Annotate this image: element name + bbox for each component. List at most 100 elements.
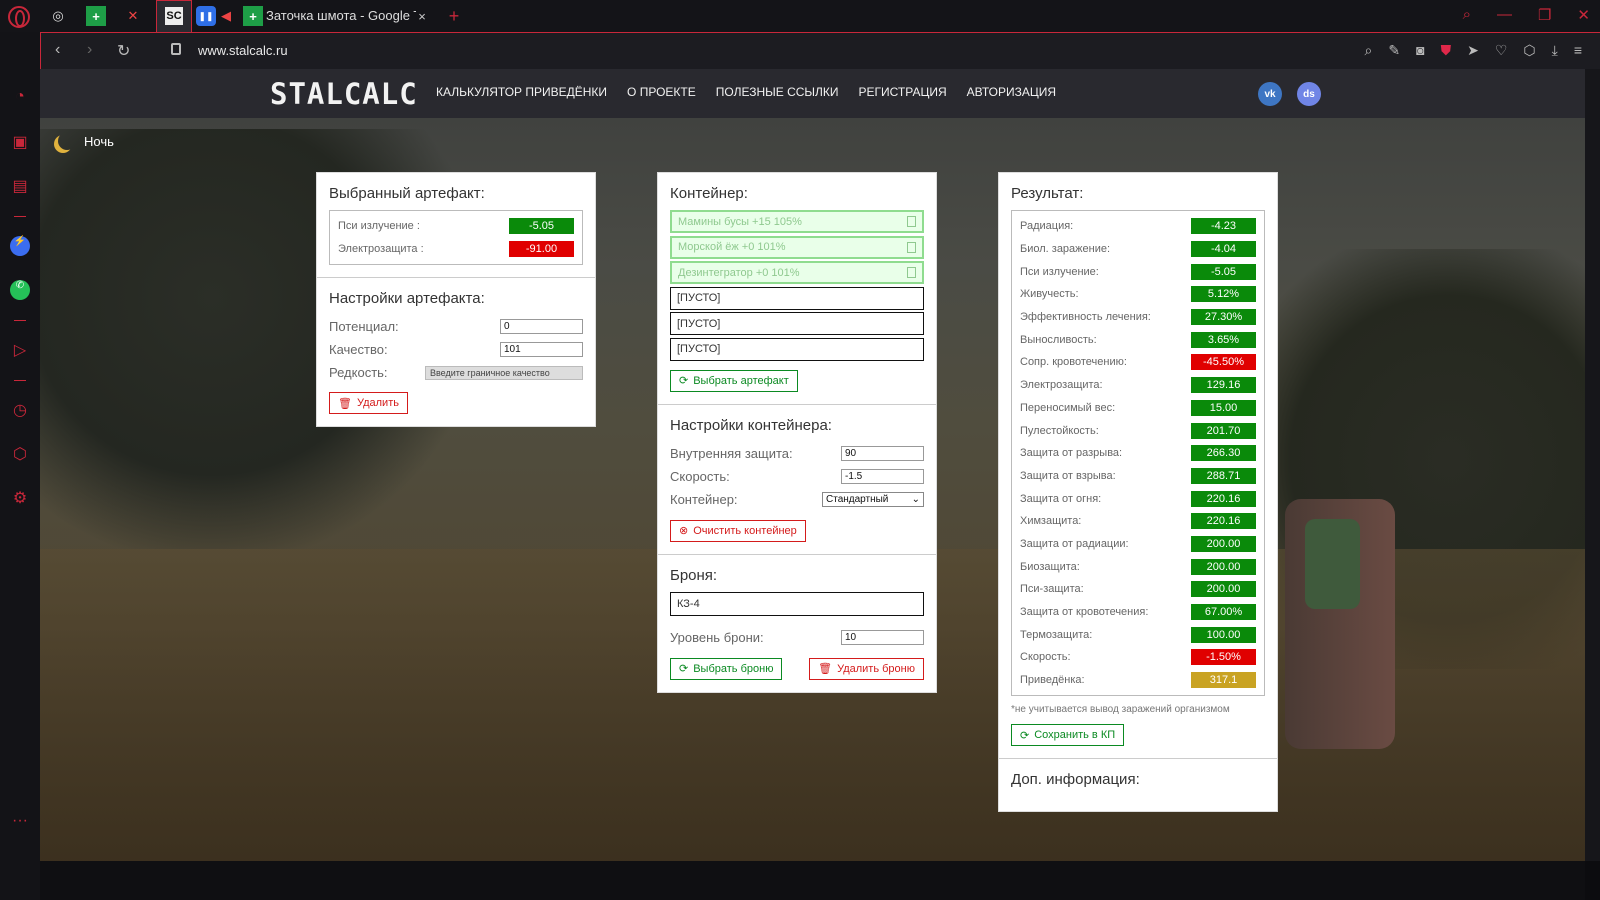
vk-icon[interactable]: vk	[1258, 82, 1282, 106]
bag-icon[interactable]: ▣	[10, 132, 30, 152]
result-label: Электрозащита:	[1020, 379, 1103, 392]
download-icon[interactable]: ⤓	[1552, 42, 1558, 59]
discord-icon[interactable]: ds	[1297, 82, 1321, 106]
result-value: 266.30	[1191, 445, 1256, 462]
taskbar-strip	[40, 861, 1585, 900]
pause-icon[interactable]: ❚❚	[196, 6, 216, 26]
choose-artifact-button[interactable]: ⟳ Выбрать артефакт	[670, 369, 798, 392]
minimize-icon[interactable]: —	[1497, 6, 1512, 24]
sheets-tab-icon[interactable]: +	[86, 6, 106, 26]
more-icon[interactable]: ···	[10, 812, 30, 832]
zoom-icon[interactable]: ⌕	[1365, 42, 1373, 59]
container-slot[interactable]: [ПУСТО]	[670, 286, 924, 310]
nav-calculator[interactable]: КАЛЬКУЛЯТОР ПРИВЕДЁНКИ	[436, 85, 607, 99]
container-type-select[interactable]: Стандартный ⌄	[822, 491, 924, 507]
back-icon[interactable]: ‹	[55, 41, 60, 59]
result-row: Пси излучение: -5.05	[1020, 260, 1256, 283]
slot-text: Дезинтегратор +0 101%	[678, 266, 800, 279]
artifact-stat-row: Пси излучение : -5.05	[338, 215, 574, 238]
container-slot[interactable]: [ПУСТО]	[670, 312, 924, 335]
box-icon[interactable]: ⬡	[10, 444, 30, 464]
gamepad-icon[interactable]: ◎	[48, 6, 68, 26]
armor-level-input[interactable]: 10	[841, 629, 924, 645]
site-logo[interactable]: STALCALC	[270, 77, 418, 111]
shield-icon[interactable]: ⛊	[1441, 42, 1452, 59]
url-field[interactable]: www.stalcalc.ru	[198, 43, 288, 58]
container-slot[interactable]: Мамины бусы +15 105%	[670, 210, 924, 233]
nav-register[interactable]: РЕГИСТРАЦИЯ	[859, 85, 947, 99]
document-icon[interactable]	[907, 216, 916, 227]
sidebar-divider	[14, 216, 26, 217]
inner-protection-input[interactable]: 90	[841, 445, 924, 461]
document-icon[interactable]	[907, 241, 916, 253]
result-row: Сопр. кровотечению: -45.50%	[1020, 351, 1256, 374]
choose-armor-button[interactable]: ⟳ Выбрать броню	[670, 657, 783, 680]
artifact-stat-value: -91.00	[509, 241, 574, 258]
opera-logo-icon[interactable]	[8, 6, 30, 28]
container-panel: Контейнер: Мамины бусы +15 105% Морской …	[657, 172, 937, 693]
restore-icon[interactable]: ❐	[1538, 6, 1551, 24]
forward-icon[interactable]: ›	[87, 41, 92, 59]
armor-field[interactable]: КЗ-4	[670, 591, 924, 616]
clear-container-button[interactable]: ⊗ Очистить контейнер	[670, 519, 806, 542]
sidebar-divider	[14, 320, 26, 321]
extension-icons: ⌕ ✎ ◙ ⛊ ➤ ♡ ⬡ ⤓ ≡	[1365, 42, 1582, 59]
result-row: Эффективность лечения: 27.30%	[1020, 306, 1256, 329]
night-mode-toggle[interactable]: Ночь	[52, 132, 114, 150]
app-tab-icon[interactable]: ✕	[123, 6, 143, 26]
artifact-stat-row: Электрозащита : -91.00	[338, 238, 574, 261]
rarity-field[interactable]: Введите граничное качество	[425, 365, 583, 380]
reload-icon[interactable]: ↻	[117, 41, 130, 61]
selected-artifact-section: Выбранный артефакт: Пси излучение : -5.0…	[317, 173, 595, 279]
slot-text: [ПУСТО]	[677, 317, 721, 330]
page-scrollbar[interactable]	[1585, 69, 1600, 861]
new-tab-icon[interactable]: +	[444, 6, 464, 26]
result-label: Защита от кровотечения:	[1020, 606, 1149, 619]
whatsapp-icon[interactable]: ✆	[10, 280, 30, 300]
cube-icon[interactable]: ⬡	[1523, 42, 1535, 59]
history-icon[interactable]: ◷	[10, 400, 30, 420]
search-tabs-icon[interactable]: ⌕	[1463, 6, 1471, 24]
send-icon[interactable]: ➤	[1467, 42, 1479, 59]
menu-icon[interactable]: ≡	[1574, 42, 1582, 59]
close-window-icon[interactable]: ✕	[1577, 6, 1590, 24]
nav-login[interactable]: АВТОРИЗАЦИЯ	[967, 85, 1056, 99]
close-tab-icon[interactable]: ×	[412, 6, 432, 26]
tab-title[interactable]: Заточка шмота - Google T	[266, 8, 416, 23]
result-label: Термозащита:	[1020, 628, 1093, 641]
speaker-icon[interactable]: ◀	[216, 6, 236, 26]
result-row: Выносливость: 3.65%	[1020, 328, 1256, 351]
nav-links[interactable]: ПОЛЕЗНЫЕ ССЫЛКИ	[716, 85, 839, 99]
potential-input[interactable]: 0	[500, 319, 583, 335]
delete-artifact-button[interactable]: 🗑 Удалить	[329, 392, 408, 415]
result-panel: Результат: Радиация: -4.23 Биол. заражение…	[998, 172, 1278, 813]
result-row: Защита от разрыва: 266.30	[1020, 442, 1256, 465]
armor-level-row: Уровень брони: 10	[670, 626, 924, 649]
save-to-kp-button[interactable]: ⟳ Сохранить в КП	[1011, 724, 1125, 747]
settings-gear-icon[interactable]: ⚙	[10, 488, 30, 508]
speed-dial-icon[interactable]: ◔	[10, 88, 30, 108]
nav-about[interactable]: О ПРОЕКТЕ	[627, 85, 696, 99]
result-label: Эффективность лечения:	[1020, 311, 1151, 324]
delete-armor-button[interactable]: 🗑 Удалить броню	[809, 657, 924, 680]
container-slot[interactable]: Морской ёж +0 101%	[670, 235, 924, 259]
container-settings-title: Настройки контейнера:	[670, 416, 832, 434]
artifact-stat-label: Пси излучение :	[338, 220, 420, 233]
camera-icon[interactable]: ◙	[1416, 42, 1424, 59]
result-label: Живучесть:	[1020, 288, 1079, 301]
document-icon[interactable]	[907, 267, 916, 278]
quality-input[interactable]: 101	[500, 342, 583, 358]
container-slot[interactable]: [ПУСТО]	[670, 337, 924, 361]
result-row: Защита от огня: 220.16	[1020, 487, 1256, 510]
speed-input[interactable]: -1.5	[841, 468, 924, 484]
heart-icon[interactable]: ♡	[1495, 42, 1508, 59]
messenger-icon[interactable]: ⚡	[10, 236, 30, 256]
artifact-panel: Выбранный артефакт: Пси излучение : -5.0…	[316, 172, 596, 428]
result-value: -4.23	[1191, 218, 1256, 235]
choose-artifact-label: Выбрать артефакт	[693, 374, 789, 387]
result-value: 220.16	[1191, 513, 1256, 530]
twitch-icon[interactable]: ▤	[10, 176, 30, 196]
player-icon[interactable]: ▷	[10, 340, 30, 360]
edit-icon[interactable]: ✎	[1388, 42, 1400, 59]
container-slot[interactable]: Дезинтегратор +0 101%	[670, 261, 924, 284]
